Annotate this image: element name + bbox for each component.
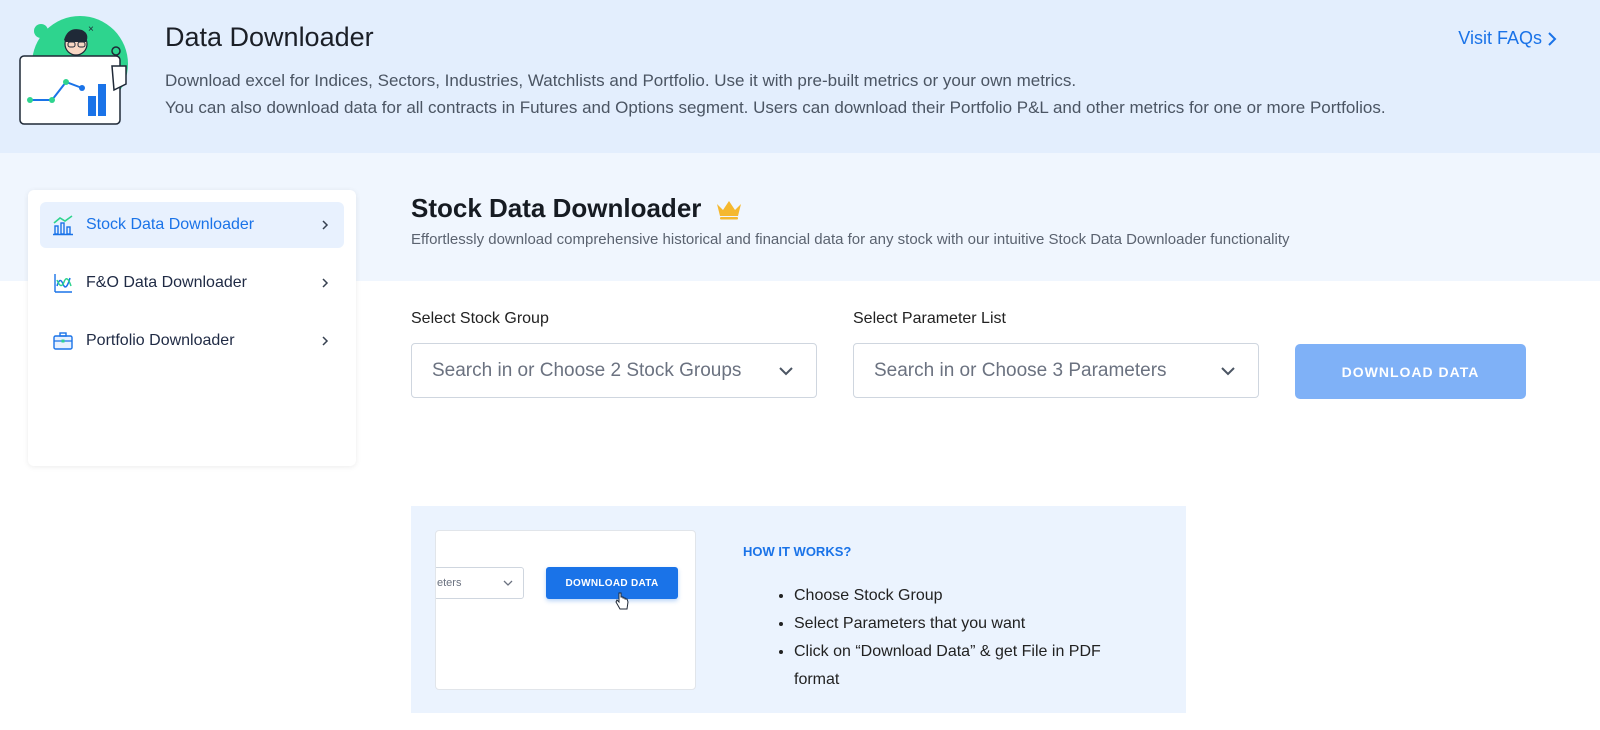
chevron-right-icon bbox=[320, 219, 332, 231]
description-line-1: Download excel for Indices, Sectors, Ind… bbox=[165, 71, 1077, 90]
chevron-down-icon bbox=[778, 362, 796, 380]
parameter-list-select[interactable]: Search in or Choose 3 Parameters bbox=[853, 343, 1259, 398]
how-it-works-card: eters DOWNLOAD DATA HOW IT WORKS? Choose… bbox=[411, 506, 1186, 713]
sidebar-item-label: Portfolio Downloader bbox=[86, 332, 235, 349]
preview-select-text: eters bbox=[437, 577, 462, 589]
chevron-down-icon bbox=[503, 580, 513, 586]
how-it-works-steps: Choose Stock Group Select Parameters tha… bbox=[794, 582, 1134, 694]
section-subtitle: Effortlessly download comprehensive hist… bbox=[411, 231, 1290, 248]
how-it-works-preview-image: eters DOWNLOAD DATA bbox=[435, 530, 696, 690]
chevron-right-icon bbox=[320, 335, 332, 347]
stock-group-select[interactable]: Search in or Choose 2 Stock Groups bbox=[411, 343, 817, 398]
briefcase-icon bbox=[52, 330, 74, 352]
parameter-list-label: Select Parameter List bbox=[853, 310, 1006, 327]
chevron-right-icon bbox=[320, 277, 332, 289]
section-title: Stock Data Downloader bbox=[411, 193, 743, 224]
preview-parameter-select: eters bbox=[436, 567, 524, 599]
list-item: Select Parameters that you want bbox=[794, 610, 1134, 638]
chevron-down-icon bbox=[1220, 362, 1238, 380]
page-title: Data Downloader bbox=[165, 22, 374, 52]
list-item: Click on “Download Data” & get File in P… bbox=[794, 638, 1134, 694]
stock-group-label: Select Stock Group bbox=[411, 310, 549, 327]
preview-download-button: DOWNLOAD DATA bbox=[546, 567, 678, 599]
list-item: Choose Stock Group bbox=[794, 582, 1134, 610]
chevron-right-icon bbox=[1548, 31, 1557, 46]
description-line-2: You can also download data for all contr… bbox=[165, 98, 1386, 117]
page-description: Download excel for Indices, Sectors, Ind… bbox=[165, 67, 1386, 121]
stock-group-placeholder: Search in or Choose 2 Stock Groups bbox=[432, 359, 742, 381]
sidebar-item-fno-data-downloader[interactable]: F&O Data Downloader bbox=[40, 260, 344, 306]
visit-faqs-label: Visit FAQs bbox=[1458, 28, 1542, 48]
download-data-button[interactable]: DOWNLOAD DATA bbox=[1295, 344, 1526, 399]
chart-bars-icon bbox=[52, 214, 74, 236]
visit-faqs-link[interactable]: Visit FAQs bbox=[1458, 28, 1558, 49]
sidebar-item-label: F&O Data Downloader bbox=[86, 274, 247, 291]
crown-icon bbox=[717, 200, 742, 219]
data-analyst-illustration: × bbox=[19, 16, 128, 125]
sidebar-item-label: Stock Data Downloader bbox=[86, 216, 255, 233]
hand-cursor-icon bbox=[615, 592, 629, 610]
fno-chart-icon bbox=[52, 272, 74, 294]
svg-text:×: × bbox=[88, 24, 94, 35]
section-title-text: Stock Data Downloader bbox=[411, 193, 702, 223]
sidebar-item-stock-data-downloader[interactable]: Stock Data Downloader bbox=[40, 202, 344, 248]
page-banner: × Data Downloader Download excel for Ind… bbox=[0, 0, 1600, 153]
parameter-list-placeholder: Search in or Choose 3 Parameters bbox=[874, 359, 1167, 381]
how-it-works-title: HOW IT WORKS? bbox=[743, 544, 852, 559]
downloader-sidebar: Stock Data Downloader F&O Data Downloade… bbox=[28, 190, 356, 466]
sidebar-item-portfolio-downloader[interactable]: Portfolio Downloader bbox=[40, 318, 344, 364]
